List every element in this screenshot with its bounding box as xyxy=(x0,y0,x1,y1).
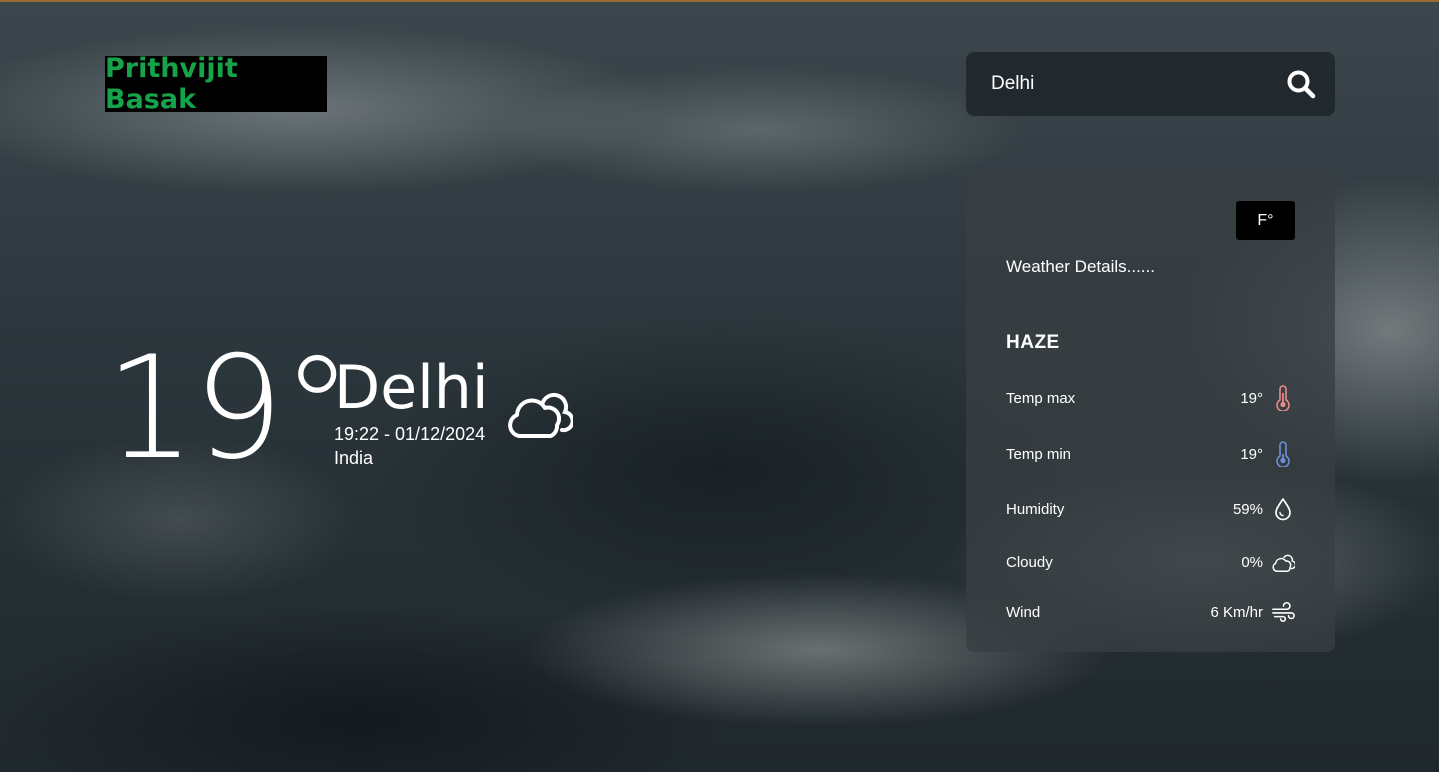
date-time: 19:22 - 01/12/2024 xyxy=(334,424,486,444)
detail-value: 6 Km/hr xyxy=(1210,603,1263,621)
wind-icon xyxy=(1271,600,1295,624)
search-icon[interactable] xyxy=(1285,68,1317,100)
brand-logo: Prithvijit Basak xyxy=(105,53,327,115)
droplet-icon xyxy=(1271,497,1295,521)
search-input[interactable] xyxy=(991,73,1285,95)
unit-toggle-button[interactable]: F° xyxy=(1236,201,1295,240)
detail-row-temp-max: Temp max 19° xyxy=(1006,383,1295,413)
current-temperature: 19° xyxy=(105,326,353,491)
city-name: Delhi xyxy=(334,353,489,423)
brand-name: Prithvijit Basak xyxy=(105,53,238,115)
detail-row-humidity: Humidity 59% xyxy=(1006,494,1295,524)
weather-details-panel: F° Weather Details...... HAZE Temp max 1… xyxy=(966,171,1335,652)
top-accent-line xyxy=(0,0,1439,2)
detail-row-wind: Wind 6 Km/hr xyxy=(1006,597,1295,627)
detail-label: Cloudy xyxy=(1006,553,1053,571)
weather-condition: HAZE xyxy=(1006,332,1060,353)
details-title: Weather Details...... xyxy=(1006,257,1155,276)
thermometer-hot-icon xyxy=(1271,385,1295,411)
search-bar xyxy=(966,52,1335,116)
cloudy-icon xyxy=(505,378,575,446)
country-name: India xyxy=(334,448,374,468)
detail-label: Wind xyxy=(1006,603,1041,621)
detail-value: 19° xyxy=(1240,389,1263,407)
detail-row-cloudy: Cloudy 0% xyxy=(1006,547,1295,577)
detail-label: Humidity xyxy=(1006,500,1065,518)
detail-row-temp-min: Temp min 19° xyxy=(1006,439,1295,469)
cloud-icon xyxy=(1271,550,1295,574)
detail-label: Temp max xyxy=(1006,389,1076,407)
thermometer-cold-icon xyxy=(1271,441,1295,467)
detail-value: 19° xyxy=(1240,445,1263,463)
detail-value: 59% xyxy=(1232,500,1263,518)
detail-value: 0% xyxy=(1241,553,1263,571)
location-block: Delhi 19:22 - 01/12/2024 India xyxy=(334,358,488,469)
detail-label: Temp min xyxy=(1006,445,1072,463)
